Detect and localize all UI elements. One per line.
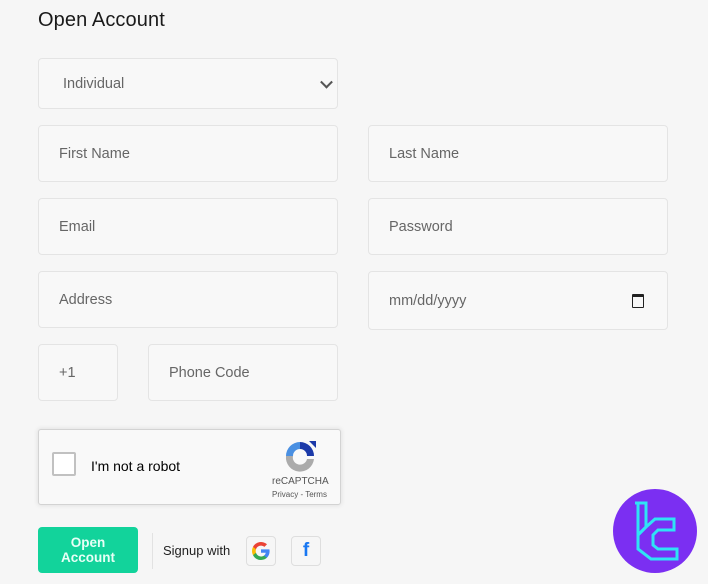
address-input[interactable]: Address [38,271,338,328]
facebook-icon: f [302,540,310,561]
password-placeholder: Password [389,218,453,235]
email-input[interactable]: Email [38,198,338,255]
recaptcha-label: I'm not a robot [91,458,181,474]
page-title: Open Account [38,9,165,31]
google-icon [252,542,270,560]
password-input[interactable]: Password [368,198,668,255]
first-name-placeholder: First Name [59,145,130,162]
account-type-select[interactable]: Individual [38,58,338,109]
recaptcha-checkbox[interactable] [52,452,76,476]
account-type-value: Individual [63,75,125,92]
signup-with-label: Signup with [163,543,231,558]
last-name-placeholder: Last Name [389,145,460,162]
email-placeholder: Email [59,218,96,235]
recaptcha-brand: reCAPTCHA [272,476,329,487]
country-code-input[interactable]: +1 [38,344,118,401]
recaptcha-widget: I'm not a robot reCAPTCHA Privacy - Term… [38,429,341,505]
recaptcha-privacy-terms-link[interactable]: Privacy - Terms [272,490,327,499]
chevron-down-icon [320,75,333,89]
country-code-value: +1 [59,364,76,381]
brand-logo-icon [613,489,697,573]
google-signup-button[interactable] [246,536,276,566]
birth-date-input[interactable]: mm/dd/yyyy [368,271,668,330]
calendar-icon[interactable] [632,293,644,308]
facebook-signup-button[interactable]: f [291,536,321,566]
first-name-input[interactable]: First Name [38,125,338,182]
open-account-button[interactable]: Open Account [38,527,138,573]
phone-input[interactable]: Phone Code [148,344,338,401]
address-placeholder: Address [59,291,113,308]
phone-placeholder: Phone Code [169,364,250,381]
birth-date-placeholder: mm/dd/yyyy [389,292,467,309]
divider [152,533,153,569]
recaptcha-logo-icon [285,441,316,472]
last-name-input[interactable]: Last Name [368,125,668,182]
